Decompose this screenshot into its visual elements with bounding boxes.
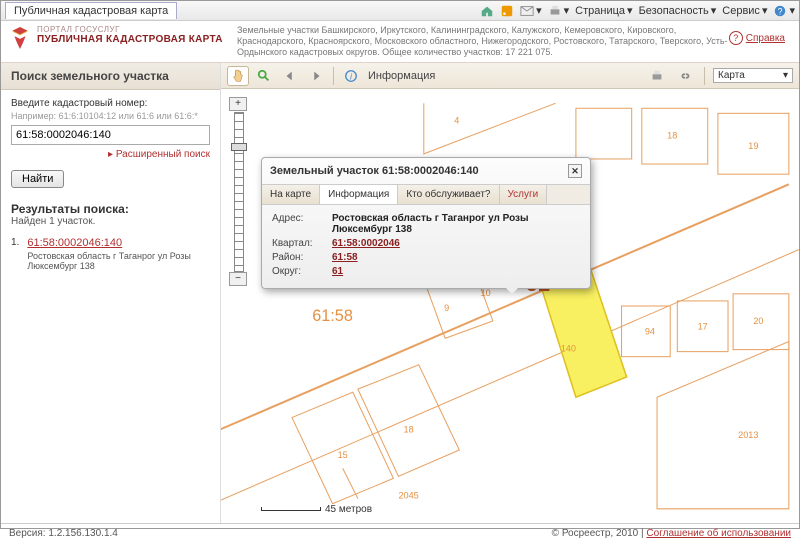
- plot-label: 17: [698, 321, 708, 331]
- kvartal-link[interactable]: 61:58:0002046: [332, 238, 400, 249]
- find-button[interactable]: Найти: [11, 170, 64, 188]
- results-count: Найден 1 участок.: [11, 216, 210, 227]
- menu-page[interactable]: Страница ▾: [575, 4, 632, 17]
- header-description: Земельные участки Башкирского, Иркутског…: [237, 25, 791, 58]
- extent-tool-button[interactable]: [253, 66, 275, 86]
- results-title: Результаты поиска:: [11, 202, 210, 216]
- site-header: ПОРТАЛ ГОСУСЛУГ ПУБЛИЧНАЯ КАДАСТРОВАЯ КА…: [1, 21, 799, 63]
- sidebar: Поиск земельного участка Введите кадастр…: [1, 63, 221, 523]
- advanced-search-link[interactable]: Расширенный поиск: [11, 149, 210, 160]
- rayon-link[interactable]: 61:58: [332, 252, 358, 263]
- plot-label: 9: [444, 303, 449, 313]
- popup-close-button[interactable]: ✕: [568, 164, 582, 178]
- result-item: 1. 61:58:0002046:140 Ростовская область …: [11, 237, 210, 271]
- svg-text:i: i: [350, 71, 353, 81]
- browser-tab[interactable]: Публичная кадастровая карта: [5, 2, 177, 19]
- svg-text:?: ?: [778, 6, 783, 16]
- print-button[interactable]: [646, 66, 668, 86]
- field-label: Округ:: [272, 266, 332, 277]
- link-button[interactable]: [674, 66, 696, 86]
- result-link[interactable]: 61:58:0002046:140: [27, 237, 122, 249]
- portal-label: ПОРТАЛ ГОСУСЛУГ: [37, 25, 237, 34]
- pan-tool-button[interactable]: [227, 66, 249, 86]
- tab-onmap[interactable]: На карте: [262, 185, 320, 204]
- home-icon[interactable]: [480, 4, 494, 18]
- input-label: Введите кадастровый номер:: [11, 98, 210, 109]
- feed-icon[interactable]: [500, 4, 514, 18]
- result-number: 1.: [11, 237, 19, 271]
- plot-label: 20: [753, 316, 763, 326]
- plot-label: 94: [645, 326, 655, 336]
- field-label: Район:: [272, 252, 332, 263]
- basemap-select[interactable]: Карта▾: [713, 68, 793, 83]
- map-toolbar: i Информация Карта▾: [221, 63, 799, 89]
- zoom-in-button[interactable]: +: [229, 97, 247, 111]
- info-tool-button[interactable]: i: [340, 66, 362, 86]
- info-label: Информация: [368, 70, 435, 82]
- mail-icon[interactable]: ▾: [520, 4, 542, 18]
- browser-chrome: Публичная кадастровая карта ▾ ▾ Страница…: [1, 1, 799, 21]
- popup-tabs: На карте Информация Кто обслуживает? Усл…: [262, 185, 590, 205]
- plot-label: 2045: [398, 491, 418, 501]
- tab-who[interactable]: Кто обслуживает?: [398, 185, 499, 204]
- print-icon[interactable]: ▾: [548, 4, 570, 18]
- help-link[interactable]: Справка: [729, 31, 785, 45]
- plot-label: 19: [748, 141, 758, 151]
- field-value: Ростовская область г Таганрог ул Розы Лю…: [332, 213, 580, 235]
- tab-info[interactable]: Информация: [320, 185, 398, 204]
- zoom-control: + −: [229, 97, 249, 287]
- plot-label: 4: [454, 115, 459, 125]
- plot-label: 15: [338, 450, 348, 460]
- map-svg: 61 140 2046 61:58 4 18 19 9 10 94 17 20 …: [221, 89, 799, 523]
- popup-title: Земельный участок 61:58:0002046:140: [270, 165, 479, 177]
- block-label: 61:58: [312, 307, 353, 325]
- terms-link[interactable]: Соглашение об использовании: [646, 528, 791, 539]
- okrug-link[interactable]: 61: [332, 266, 343, 277]
- cadastral-input[interactable]: [11, 125, 210, 145]
- result-address: Ростовская область г Таганрог ул Розы Лю…: [27, 251, 210, 271]
- version-label: Версия: 1.2.156.130.1.4: [9, 528, 118, 539]
- menu-safety[interactable]: Безопасность ▾: [639, 4, 717, 17]
- menu-service[interactable]: Сервис ▾: [722, 4, 767, 17]
- sidebar-title: Поиск земельного участка: [1, 63, 220, 90]
- plot-label: 10: [481, 288, 491, 298]
- emblem-icon: [9, 25, 31, 51]
- plot-label: 18: [404, 425, 414, 435]
- plot-label: 18: [667, 131, 677, 141]
- zoom-out-button[interactable]: −: [229, 272, 247, 286]
- plot-label: 140: [561, 344, 576, 354]
- toolbar-separator: [333, 67, 334, 85]
- map-canvas[interactable]: + −: [221, 89, 799, 523]
- zoom-slider[interactable]: [234, 112, 244, 272]
- toolbar-separator: [704, 67, 705, 85]
- browser-menu: ▾ ▾ Страница ▾ Безопасность ▾ Сервис ▾ ?…: [480, 4, 795, 18]
- page-title: ПУБЛИЧНАЯ КАДАСТРОВАЯ КАРТА: [37, 34, 237, 45]
- copyright: © Росреестр, 2010: [552, 528, 639, 539]
- back-button[interactable]: [279, 66, 301, 86]
- help-icon[interactable]: ?▾: [773, 4, 795, 18]
- input-hint: Например: 61:6:10104:12 или 61:6 или 61:…: [11, 111, 210, 121]
- field-label: Адрес:: [272, 213, 332, 235]
- scale-bar: 45 метров: [261, 504, 372, 515]
- plot-label: 2013: [738, 430, 758, 440]
- field-label: Квартал:: [272, 238, 332, 249]
- zoom-handle[interactable]: [231, 143, 247, 151]
- parcel-popup: Земельный участок 61:58:0002046:140 ✕ На…: [261, 157, 591, 289]
- map-panel: i Информация Карта▾ + −: [221, 63, 799, 523]
- footer: Версия: 1.2.156.130.1.4 © Росреестр, 201…: [1, 523, 799, 543]
- tab-services[interactable]: Услуги: [500, 185, 548, 204]
- forward-button[interactable]: [305, 66, 327, 86]
